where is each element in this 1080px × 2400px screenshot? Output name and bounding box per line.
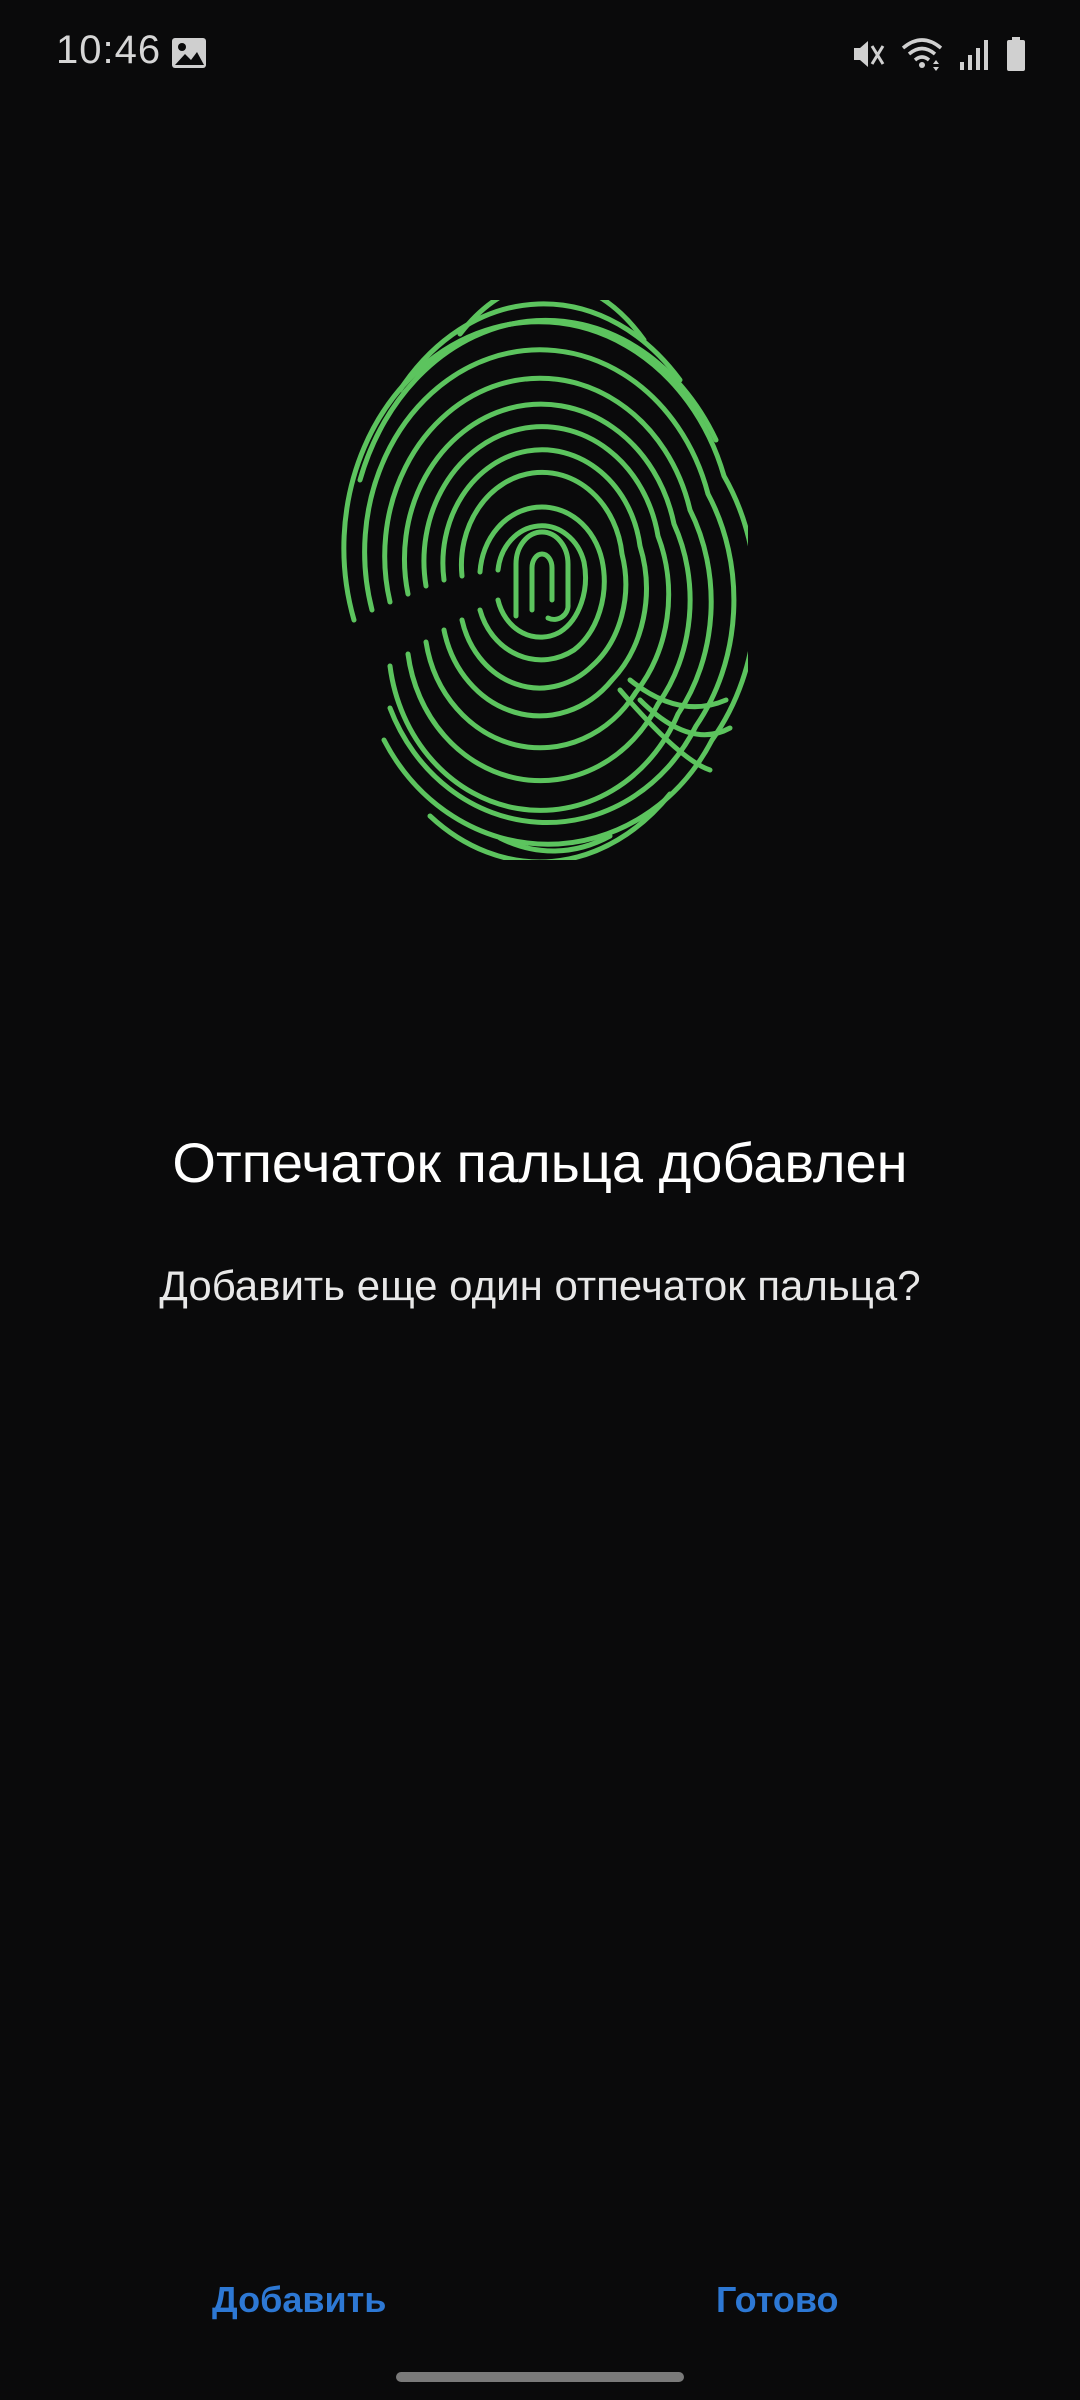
page-subtitle: Добавить еще один отпечаток пальца? [159,1262,921,1309]
status-bar: 10:46 [0,0,1080,110]
navigation-handle[interactable] [396,2372,684,2382]
done-button[interactable]: Готово [716,2270,839,2330]
status-icons [850,32,1028,76]
status-time: 10:46 [56,28,162,72]
image-icon [170,36,208,70]
add-button[interactable]: Добавить [212,2270,386,2330]
page-title: Отпечаток пальца добавлен [172,1131,908,1194]
signal-icon [958,34,990,74]
wifi-icon [900,34,944,74]
fingerprint-icon [332,279,759,865]
mute-vibrate-icon [850,34,886,74]
battery-icon [1004,34,1028,74]
screen: 10:46 Отпечаток пальца добавлен Добавить… [0,0,1080,2400]
